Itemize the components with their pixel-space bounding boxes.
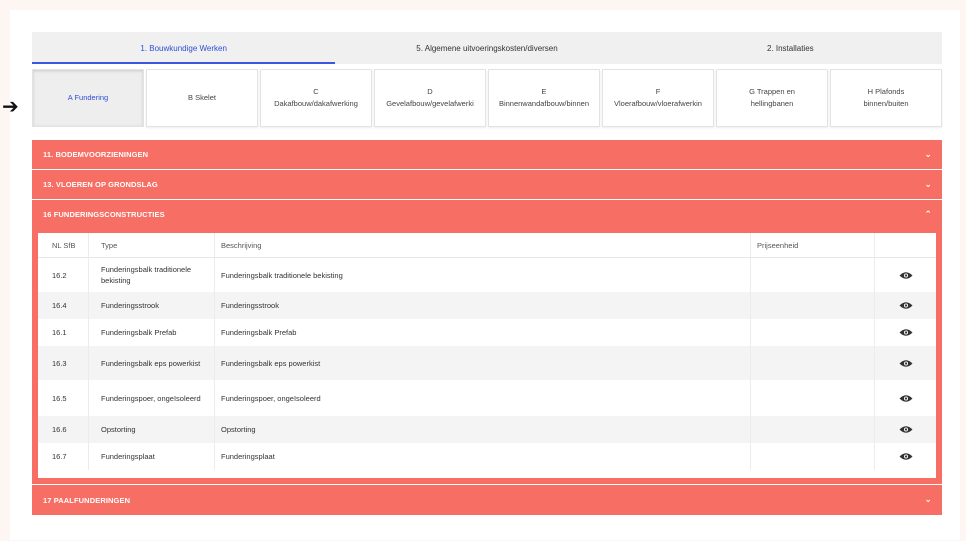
accordion-vloeren[interactable]: 13. VLOEREN OP GRONDSLAG ⌄ xyxy=(32,170,942,199)
page: ➔ 1. Bouwkundige Werken 5. Algemene uitv… xyxy=(2,10,960,540)
table-row: 16.3 Funderingsbalk eps powerkist Funder… xyxy=(38,346,936,380)
cell-actions xyxy=(874,346,936,380)
cell-prijseenheid xyxy=(750,346,874,380)
cell-nlsfb: 16.2 xyxy=(52,270,67,280)
cell-beschrijving: Funderingsbalk traditionele bekisting xyxy=(214,258,750,292)
table-row: 16.7 Funderingsplaat Funderingsplaat xyxy=(38,443,936,470)
cell-beschrijving: Opstorting xyxy=(214,416,750,443)
cell-actions xyxy=(874,258,936,292)
chevron-down-icon: ⌄ xyxy=(924,149,932,160)
cell-nlsfb: 16.1 xyxy=(52,328,67,337)
cell-prijseenheid xyxy=(750,292,874,319)
header-prijseenheid: Prijseenheid xyxy=(750,232,874,258)
subtab-dakafbouw[interactable]: C Dakafbouw/dakafwerking xyxy=(260,69,372,127)
eye-icon[interactable] xyxy=(899,425,913,434)
cell-nlsfb: 16.5 xyxy=(52,393,67,403)
accordion-funderingsconstructies[interactable]: 16 FUNDERINGSCONSTRUCTIES ⌃ xyxy=(32,200,942,229)
header-type: Type xyxy=(88,232,214,258)
cell-type: Funderingsstrook xyxy=(88,292,214,319)
items-table: NL SfB Type Beschrijving Prijseenheid 16… xyxy=(38,232,936,478)
eye-icon[interactable] xyxy=(899,271,913,280)
eye-icon[interactable] xyxy=(899,452,913,461)
chevron-up-icon: ⌃ xyxy=(924,209,932,220)
cell-type: Funderingspoer, ongeïsoleerd xyxy=(88,380,214,416)
cell-beschrijving: Funderingsbalk eps powerkist xyxy=(214,346,750,380)
table-row: 16.1 Funderingsbalk Prefab Funderingsbal… xyxy=(38,319,936,346)
cell-actions xyxy=(874,319,936,346)
tab-algemene-uitvoeringskosten[interactable]: 5. Algemene uitvoeringskosten/diversen xyxy=(335,32,638,64)
chevron-down-icon: ⌄ xyxy=(924,495,932,505)
funderingsconstructies-panel: NL SfB Type Beschrijving Prijseenheid 16… xyxy=(32,229,942,484)
subtab-plafonds[interactable]: H Plafonds binnen/buiten xyxy=(830,69,942,127)
cell-type: Funderingsbalk eps powerkist xyxy=(88,346,214,380)
header-beschrijving: Beschrijving xyxy=(214,232,750,258)
cell-prijseenheid xyxy=(750,443,874,470)
sub-tabs: A Fundering B Skelet C Dakafbouw/dakafwe… xyxy=(32,69,942,127)
cell-beschrijving: Funderingsstrook xyxy=(214,292,750,319)
cell-type: Opstorting xyxy=(88,416,214,443)
cell-nlsfb: 16.6 xyxy=(52,425,67,434)
cell-nlsfb: 16.4 xyxy=(52,301,67,310)
table-row: 16.4 Funderingsstrook Funderingsstrook xyxy=(38,292,936,319)
table-row: 16.6 Opstorting Opstorting xyxy=(38,416,936,443)
table-row: 16.5 Funderingspoer, ongeïsoleerd Funder… xyxy=(38,380,936,416)
table-row: 16.2 Funderingsbalk traditionele bekisti… xyxy=(38,258,936,292)
cell-beschrijving: Funderingspoer, ongeïsoleerd xyxy=(214,380,750,416)
arrow-icon: ➔ xyxy=(2,94,19,118)
table-header: NL SfB Type Beschrijving Prijseenheid xyxy=(38,232,936,258)
accordion-title: 16 FUNDERINGSCONSTRUCTIES xyxy=(43,210,165,219)
eye-icon[interactable] xyxy=(899,301,913,310)
eye-icon[interactable] xyxy=(899,359,913,368)
accordion-title: 17 PAALFUNDERINGEN xyxy=(43,495,131,505)
cell-prijseenheid xyxy=(750,319,874,346)
cell-nlsfb: 16.7 xyxy=(52,452,67,461)
subtab-gevelafbouw[interactable]: D Gevelafbouw/gevelafwerki xyxy=(374,69,486,127)
tab-bouwkundige-werken[interactable]: 1. Bouwkundige Werken xyxy=(32,32,336,64)
accordion-title: 11. BODEMVOORZIENINGEN xyxy=(43,150,149,159)
cell-nlsfb: 16.3 xyxy=(52,358,67,368)
main-tabs: 1. Bouwkundige Werken 5. Algemene uitvoe… xyxy=(32,32,942,64)
cell-actions xyxy=(874,292,936,319)
cell-actions xyxy=(874,380,936,416)
cell-actions xyxy=(874,416,936,443)
cell-actions xyxy=(874,443,936,470)
cell-beschrijving: Funderingsplaat xyxy=(214,443,750,470)
accordion-paalfunderingen[interactable]: 17 PAALFUNDERINGEN ⌄ xyxy=(32,485,942,515)
subtab-vloerafbouw[interactable]: F Vloerafbouw/vloerafwerkin xyxy=(602,69,714,127)
eye-icon[interactable] xyxy=(899,328,913,337)
eye-icon[interactable] xyxy=(899,394,913,403)
cell-type: Funderingsplaat xyxy=(88,443,214,470)
header-actions xyxy=(874,232,936,258)
subtab-fundering[interactable]: A Fundering xyxy=(32,69,144,127)
cell-prijseenheid xyxy=(750,416,874,443)
subtab-skelet[interactable]: B Skelet xyxy=(146,69,258,127)
subtab-binnenwandafbouw[interactable]: E Binnenwandafbouw/binnen xyxy=(488,69,600,127)
chevron-down-icon: ⌄ xyxy=(924,179,932,190)
tab-installaties[interactable]: 2. Installaties xyxy=(639,32,942,64)
cell-prijseenheid xyxy=(750,380,874,416)
cell-beschrijving: Funderingsbalk Prefab xyxy=(214,319,750,346)
cell-prijseenheid xyxy=(750,258,874,292)
cell-type: Funderingsbalk traditionele bekisting xyxy=(88,258,214,292)
accordion-title: 13. VLOEREN OP GRONDSLAG xyxy=(43,180,158,189)
cell-type: Funderingsbalk Prefab xyxy=(88,319,214,346)
subtab-trappen[interactable]: G Trappen en hellingbanen xyxy=(716,69,828,127)
accordion-bodemvoorzieningen[interactable]: 11. BODEMVOORZIENINGEN ⌄ xyxy=(32,140,942,169)
header-nlsfb: NL SfB xyxy=(52,240,76,250)
